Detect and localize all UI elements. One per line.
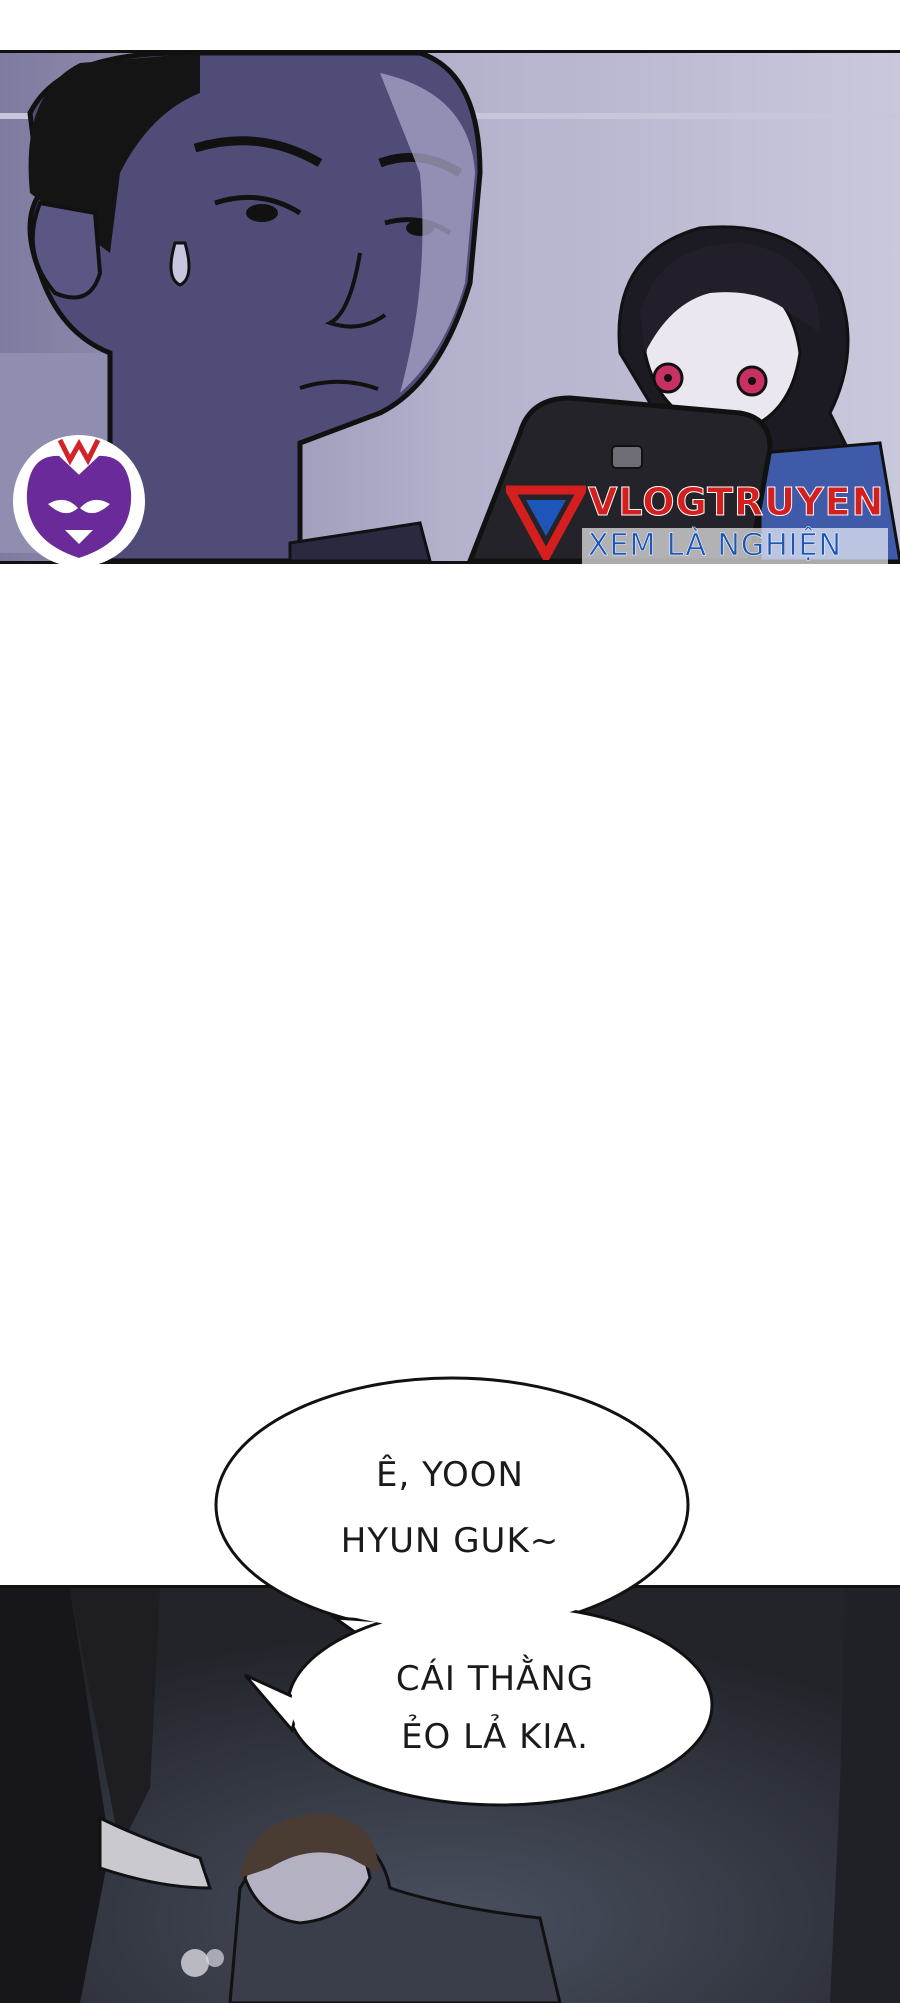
bubble-2-line-2: ẺO LẢ KIA. — [401, 1717, 589, 1757]
bubble-1-line-1: Ê, YOON — [376, 1455, 524, 1495]
speech-bubble-2-text: CÁI THẰNG ẺO LẢ KIA. — [350, 1650, 640, 1766]
speech-bubble-1-text: Ê, YOON HYUN GUK~ — [280, 1442, 620, 1574]
bubble-2-line-1: CÁI THẰNG — [395, 1659, 595, 1699]
bubble-1-line-2: HYUN GUK~ — [340, 1521, 560, 1561]
